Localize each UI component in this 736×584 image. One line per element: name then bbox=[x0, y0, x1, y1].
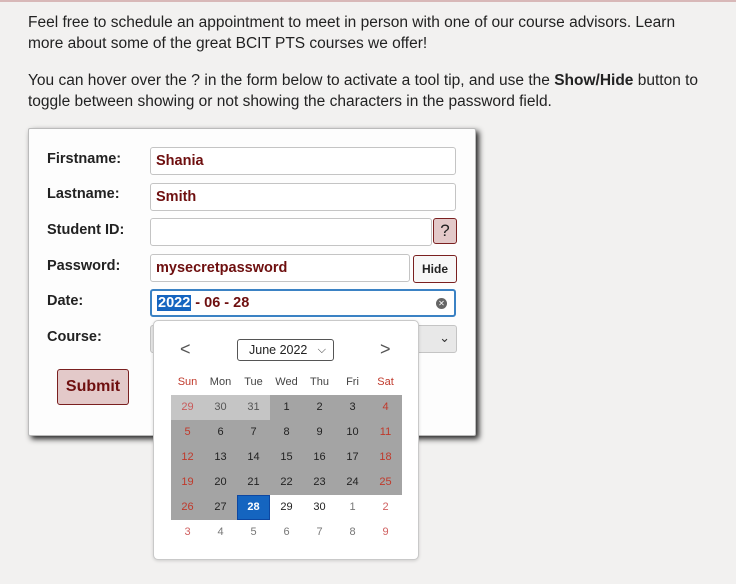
help-tooltip-icon[interactable]: ? bbox=[433, 218, 457, 244]
calendar-day[interactable]: 23 bbox=[303, 470, 336, 495]
calendar-day[interactable]: 16 bbox=[303, 445, 336, 470]
show-hide-term: Show/Hide bbox=[554, 72, 634, 89]
calendar-day[interactable]: 2 bbox=[369, 495, 402, 520]
weekday-label: Sat bbox=[377, 376, 394, 388]
top-border bbox=[0, 0, 736, 2]
firstname-label: Firstname: bbox=[47, 151, 122, 167]
weekday-label: Fri bbox=[346, 376, 359, 388]
weekday-label: Wed bbox=[275, 376, 298, 388]
password-label: Password: bbox=[47, 258, 121, 274]
intro-paragraph-1: Feel free to schedule an appointment to … bbox=[28, 14, 676, 52]
calendar-day[interactable]: 3 bbox=[171, 520, 204, 545]
clear-date-icon[interactable]: ✕ bbox=[436, 298, 447, 309]
calendar-day[interactable]: 30 bbox=[303, 495, 336, 520]
date-picker-popup: < June 2022 ⌵ > Sun Mon Tue Wed Thu Fri S… bbox=[153, 320, 419, 560]
weekday-label: Thu bbox=[310, 376, 329, 388]
calendar-day[interactable]: 8 bbox=[336, 520, 369, 545]
weekday-label: Mon bbox=[209, 376, 232, 388]
calendar-day[interactable]: 13 bbox=[204, 445, 237, 470]
weekday-label: Tue bbox=[244, 376, 263, 388]
calendar-day[interactable]: 24 bbox=[336, 470, 369, 495]
previous-month-icon[interactable]: < bbox=[180, 339, 191, 360]
calendar-day[interactable]: 2 bbox=[303, 395, 336, 420]
lastname-label: Lastname: bbox=[47, 186, 120, 202]
calendar-day[interactable]: 8 bbox=[270, 420, 303, 445]
weekday-header: Sun Mon Tue Wed Thu Fri Sat bbox=[171, 376, 402, 388]
month-year-label: June 2022 bbox=[249, 343, 308, 357]
studentid-input[interactable] bbox=[150, 218, 432, 246]
calendar-day[interactable]: 31 bbox=[237, 395, 270, 420]
calendar-day[interactable]: 27 bbox=[204, 495, 237, 520]
calendar-day[interactable]: 30 bbox=[204, 395, 237, 420]
calendar-day[interactable]: 9 bbox=[369, 520, 402, 545]
calendar-day[interactable]: 5 bbox=[171, 420, 204, 445]
calendar-day[interactable]: 18 bbox=[369, 445, 402, 470]
calendar-day[interactable]: 4 bbox=[369, 395, 402, 420]
calendar-day[interactable]: 14 bbox=[237, 445, 270, 470]
calendar-day[interactable]: 7 bbox=[303, 520, 336, 545]
calendar-day[interactable]: 3 bbox=[336, 395, 369, 420]
next-month-icon[interactable]: > bbox=[380, 339, 391, 360]
calendar-day[interactable]: 6 bbox=[204, 420, 237, 445]
course-label: Course: bbox=[47, 329, 102, 345]
calendar-day[interactable]: 20 bbox=[204, 470, 237, 495]
calendar-day[interactable]: 17 bbox=[336, 445, 369, 470]
calendar-day[interactable]: 7 bbox=[237, 420, 270, 445]
calendar-day[interactable]: 15 bbox=[270, 445, 303, 470]
date-label: Date: bbox=[47, 293, 84, 309]
calendar-day[interactable]: 26 bbox=[171, 495, 204, 520]
calendar-day[interactable]: 4 bbox=[204, 520, 237, 545]
calendar-day[interactable]: 10 bbox=[336, 420, 369, 445]
calendar-day[interactable]: 12 bbox=[171, 445, 204, 470]
date-month-day-segment[interactable]: - 06 - 28 bbox=[191, 295, 249, 311]
intro-paragraph-2: You can hover over the ? in the form bel… bbox=[28, 70, 708, 112]
calendar-day[interactable]: 9 bbox=[303, 420, 336, 445]
month-year-dropdown[interactable]: June 2022 ⌵ bbox=[237, 339, 334, 361]
calendar-day[interactable]: 29 bbox=[171, 395, 204, 420]
calendar-day[interactable]: 6 bbox=[270, 520, 303, 545]
calendar-day[interactable]: 1 bbox=[270, 395, 303, 420]
intro-text: in the form below to activate a tool tip… bbox=[200, 72, 555, 89]
calendar-day-selected[interactable]: 28 bbox=[237, 495, 270, 520]
weekday-label: Sun bbox=[177, 376, 198, 388]
calendar-day[interactable]: 19 bbox=[171, 470, 204, 495]
calendar-days-grid: 29 30 31 1 2 3 4 5 6 7 8 9 10 11 12 13 1… bbox=[171, 395, 402, 545]
calendar-day[interactable]: 1 bbox=[336, 495, 369, 520]
calendar-day[interactable]: 29 bbox=[270, 495, 303, 520]
chevron-down-icon: ⌄ bbox=[439, 330, 450, 345]
studentid-label: Student ID: bbox=[47, 222, 125, 238]
calendar-day[interactable]: 22 bbox=[270, 470, 303, 495]
submit-button[interactable]: Submit bbox=[57, 369, 129, 405]
show-hide-button[interactable]: Hide bbox=[413, 255, 457, 283]
date-year-segment[interactable]: 2022 bbox=[157, 295, 192, 311]
date-input[interactable]: 2022 - 06 - 28 ✕ bbox=[150, 289, 456, 317]
question-icon: ? bbox=[191, 72, 201, 89]
calendar-day[interactable]: 5 bbox=[237, 520, 270, 545]
chevron-down-icon: ⌵ bbox=[317, 344, 326, 356]
lastname-input[interactable]: Smith bbox=[150, 183, 456, 211]
calendar-day[interactable]: 21 bbox=[237, 470, 270, 495]
password-input[interactable]: mysecretpassword bbox=[150, 254, 410, 282]
calendar-day[interactable]: 11 bbox=[369, 420, 402, 445]
intro-text: You can hover over the bbox=[28, 72, 192, 89]
firstname-input[interactable]: Shania bbox=[150, 147, 456, 175]
calendar-day[interactable]: 25 bbox=[369, 470, 402, 495]
